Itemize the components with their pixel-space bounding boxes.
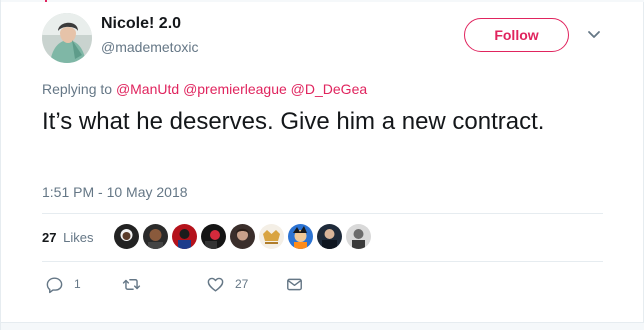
- like-count: 27: [235, 277, 249, 291]
- tweet-text: It’s what he deserves. Give him a new co…: [42, 108, 545, 135]
- avatar[interactable]: [42, 13, 92, 63]
- liker-avatar[interactable]: [317, 224, 342, 249]
- bottom-divider: [1, 322, 644, 330]
- like-button[interactable]: 27: [206, 274, 248, 294]
- display-name[interactable]: Nicole! 2.0: [101, 15, 181, 33]
- reply-button[interactable]: 1: [45, 274, 81, 294]
- avatar-image: [42, 13, 92, 63]
- liker-avatar[interactable]: [201, 224, 226, 249]
- reply-icon: [46, 276, 63, 293]
- mention-link[interactable]: @ManUtd: [116, 81, 179, 97]
- reply-count: 1: [74, 277, 81, 291]
- heart-icon: [207, 277, 224, 292]
- likes-count: 27: [42, 230, 57, 245]
- chevron-down-icon[interactable]: [586, 26, 602, 42]
- user-handle[interactable]: @mademetoxic: [101, 39, 198, 55]
- top-divider: [1, 0, 644, 2]
- replying-to-label: Replying to: [42, 81, 113, 97]
- mention-link[interactable]: @D_DeGea: [291, 81, 367, 97]
- liker-avatar[interactable]: [230, 224, 255, 249]
- divider: [42, 213, 603, 214]
- liker-avatar[interactable]: [172, 224, 197, 249]
- envelope-icon: [287, 278, 302, 290]
- retweet-icon: [122, 278, 141, 290]
- liker-avatar[interactable]: [143, 224, 168, 249]
- tweet-timestamp[interactable]: 1:51 PM - 10 May 2018: [42, 184, 188, 200]
- likes-label: Likes: [63, 230, 94, 245]
- tweet-card: Nicole! 2.0 @mademetoxic Follow Replying…: [0, 0, 644, 330]
- follow-button[interactable]: Follow: [464, 18, 569, 52]
- likes-stat[interactable]: 27 Likes: [42, 230, 93, 245]
- mention-link[interactable]: @premierleague: [183, 81, 287, 97]
- liker-avatars: [114, 224, 375, 251]
- top-accent-mark: [45, 0, 47, 2]
- replying-to-line: Replying to @ManUtd @premierleague @D_De…: [42, 81, 367, 97]
- liker-avatar[interactable]: [114, 224, 139, 249]
- liker-avatar[interactable]: [288, 224, 313, 249]
- liker-avatar[interactable]: [259, 224, 284, 249]
- liker-avatar[interactable]: [346, 224, 371, 249]
- divider: [42, 261, 603, 262]
- retweet-button[interactable]: [122, 274, 151, 294]
- direct-message-button[interactable]: [285, 274, 304, 294]
